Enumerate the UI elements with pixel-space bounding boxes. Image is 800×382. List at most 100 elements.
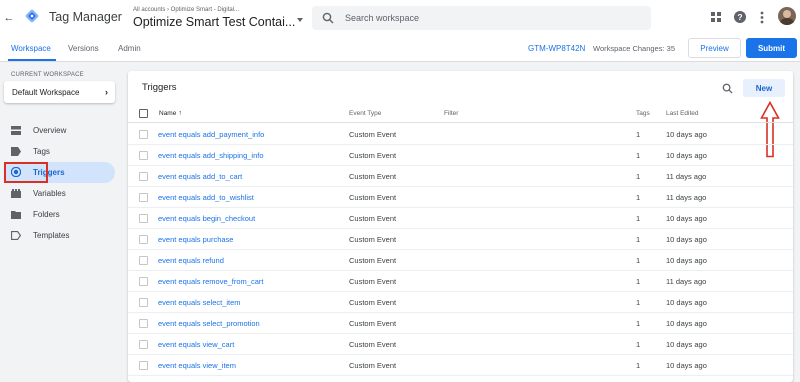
account-breadcrumb: All accounts › Optimize Smart - Digital.… [133, 7, 240, 13]
trigger-event-type: Custom Event [349, 256, 397, 265]
trigger-name-link[interactable]: event equals add_to_wishlist [158, 193, 254, 202]
trigger-name-link[interactable]: event equals begin_checkout [158, 214, 255, 223]
trigger-name-link[interactable]: event equals refund [158, 256, 224, 265]
trigger-event-type: Custom Event [349, 130, 397, 139]
row-checkbox[interactable] [139, 235, 148, 244]
trigger-tag-count: 1 [636, 172, 641, 181]
row-checkbox[interactable] [139, 151, 148, 160]
trigger-name-link[interactable]: event equals add_payment_info [158, 130, 264, 139]
table-row[interactable]: event equals remove_from_cart Custom Even… [128, 271, 793, 292]
help-icon[interactable]: ? [734, 11, 746, 23]
trigger-name-link[interactable]: event equals remove_from_cart [158, 277, 263, 286]
table-row[interactable]: event equals select_item Custom Event 1 10 … [128, 292, 793, 313]
search-icon [322, 12, 334, 24]
trigger-tag-count: 1 [636, 361, 641, 370]
sidebar-item-label: Tags [33, 147, 50, 156]
trigger-last-edited: 11 days ago [666, 277, 707, 286]
variables-icon [11, 189, 21, 198]
table-row[interactable]: event equals view_item Custom Event 1 10 da… [128, 355, 793, 376]
row-checkbox[interactable] [139, 298, 148, 307]
more-vert-icon[interactable] [760, 11, 764, 24]
trigger-tag-count: 1 [636, 214, 641, 223]
trigger-event-type: Custom Event [349, 235, 397, 244]
apps-grid-icon[interactable] [711, 12, 721, 22]
table-row[interactable]: event equals add_payment_info Custom Even… [128, 124, 793, 145]
trigger-name-link[interactable]: event equals view_item [158, 361, 236, 370]
search-icon[interactable] [722, 83, 733, 94]
workspace-selector[interactable]: Default Workspace › [4, 81, 115, 103]
row-checkbox[interactable] [139, 130, 148, 139]
column-header-event-type[interactable]: Event Type [349, 110, 381, 117]
tab-workspace[interactable]: Workspace [11, 44, 51, 53]
container-picker[interactable]: All accounts › Optimize Smart - Digital.… [131, 3, 306, 33]
table-row[interactable]: event equals add_to_wishlist Custom Event… [128, 187, 793, 208]
app-title: Tag Manager [49, 10, 122, 24]
row-checkbox[interactable] [139, 172, 148, 181]
trigger-last-edited: 10 days ago [666, 319, 707, 328]
trigger-tag-count: 1 [636, 256, 641, 265]
trigger-name-link[interactable]: event equals add_to_cart [158, 172, 242, 181]
trigger-last-edited: 10 days ago [666, 256, 707, 265]
table-row[interactable]: event equals view_cart Custom Event 1 10 da… [128, 334, 793, 355]
trigger-last-edited: 11 days ago [666, 193, 707, 202]
triggers-highlight-annotation [4, 162, 48, 183]
table-row[interactable]: event equals begin_checkout Custom Event 1… [128, 208, 793, 229]
submit-button[interactable]: Submit [746, 38, 797, 58]
trigger-name-link[interactable]: event equals purchase [158, 235, 233, 244]
tab-bar: Workspace Versions Admin [0, 36, 800, 62]
preview-button[interactable]: Preview [688, 38, 741, 58]
trigger-last-edited: 10 days ago [666, 340, 707, 349]
sidebar-item-folders[interactable]: Folders [4, 204, 115, 225]
trigger-last-edited: 10 days ago [666, 361, 707, 370]
trigger-event-type: Custom Event [349, 151, 397, 160]
trigger-name-link[interactable]: event equals select_promotion [158, 319, 260, 328]
row-checkbox[interactable] [139, 193, 148, 202]
trigger-event-type: Custom Event [349, 214, 397, 223]
column-header-name[interactable]: Name ↑ [159, 110, 182, 117]
row-checkbox[interactable] [139, 340, 148, 349]
row-checkbox[interactable] [139, 277, 148, 286]
svg-text:?: ? [737, 12, 742, 22]
column-header-last-edited[interactable]: Last Edited [666, 110, 699, 117]
trigger-name-link[interactable]: event equals select_item [158, 298, 241, 307]
trigger-last-edited: 10 days ago [666, 298, 707, 307]
avatar[interactable] [778, 7, 796, 25]
trigger-event-type: Custom Event [349, 298, 397, 307]
tag-manager-logo-icon [25, 9, 39, 23]
trigger-name-link[interactable]: event equals view_cart [158, 340, 234, 349]
active-tab-indicator [8, 59, 56, 61]
trigger-tag-count: 1 [636, 193, 641, 202]
tab-versions[interactable]: Versions [68, 44, 99, 53]
trigger-tag-count: 1 [636, 235, 641, 244]
search-placeholder: Search workspace [345, 13, 420, 23]
trigger-tag-count: 1 [636, 298, 641, 307]
trigger-event-type: Custom Event [349, 319, 397, 328]
table-row[interactable]: event equals purchase Custom Event 1 10 day… [128, 229, 793, 250]
trigger-name-link[interactable]: event equals add_shipping_info [158, 151, 264, 160]
table-header: Name ↑ Event Type Filter Tags Last Edited [128, 103, 793, 123]
table-row[interactable]: event equals refund Custom Event 1 10 days … [128, 250, 793, 271]
trigger-event-type: Custom Event [349, 172, 397, 181]
search-workspace-input[interactable]: Search workspace [312, 6, 651, 30]
container-id-link[interactable]: GTM-WP8T42N [528, 44, 585, 53]
sidebar-item-overview[interactable]: Overview [4, 120, 115, 141]
column-header-tags[interactable]: Tags [636, 110, 650, 117]
table-row[interactable]: event equals add_to_cart Custom Event 1 11 … [128, 166, 793, 187]
column-header-filter[interactable]: Filter [444, 110, 458, 117]
row-checkbox[interactable] [139, 256, 148, 265]
row-checkbox[interactable] [139, 319, 148, 328]
sidebar-item-variables[interactable]: Variables [4, 183, 115, 204]
select-all-checkbox[interactable] [139, 109, 148, 118]
sidebar-item-tags[interactable]: Tags [4, 141, 115, 162]
sidebar-item-templates[interactable]: Templates [4, 225, 115, 246]
table-row[interactable]: event equals select_promotion Custom Even… [128, 313, 793, 334]
row-checkbox[interactable] [139, 361, 148, 370]
trigger-last-edited: 10 days ago [666, 151, 707, 160]
back-arrow-icon[interactable]: ← [3, 11, 15, 25]
row-checkbox[interactable] [139, 214, 148, 223]
tab-admin[interactable]: Admin [118, 44, 141, 53]
new-trigger-button[interactable]: New [743, 79, 785, 97]
table-row[interactable]: event equals add_shipping_info Custom Eve… [128, 145, 793, 166]
trigger-tag-count: 1 [636, 277, 641, 286]
workspace-name: Default Workspace [12, 88, 80, 97]
